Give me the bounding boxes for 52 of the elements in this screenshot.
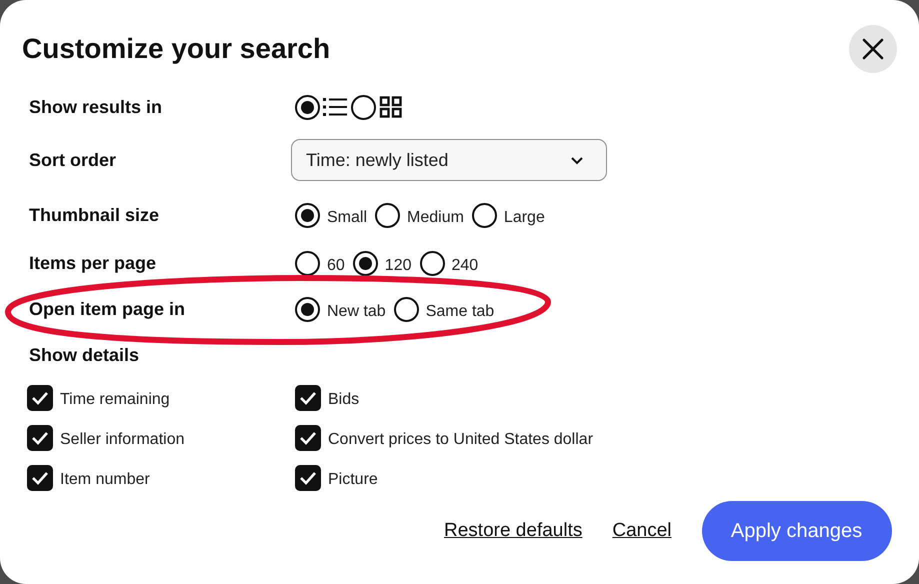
checkbox[interactable] <box>295 425 321 451</box>
checkbox[interactable] <box>295 385 321 411</box>
radio-button[interactable] <box>420 250 444 276</box>
checkbox-label[interactable]: Seller information <box>60 428 184 452</box>
radio-button[interactable] <box>375 202 400 228</box>
radio-button[interactable] <box>351 94 376 120</box>
close-button[interactable] <box>849 25 897 73</box>
radio-button[interactable] <box>295 296 320 322</box>
radio-button[interactable] <box>295 250 320 276</box>
setting-label: Open item page in <box>29 298 186 321</box>
setting-label: Show results in <box>29 96 164 118</box>
check-icon <box>31 431 49 445</box>
check-icon <box>299 391 317 405</box>
check-icon <box>299 471 317 485</box>
checkbox-label[interactable]: Time remaining <box>60 388 170 412</box>
setting-label: Items per page <box>29 252 158 275</box>
check-icon <box>299 431 317 445</box>
radio-button[interactable] <box>295 94 320 120</box>
option-label[interactable]: 120 <box>384 254 412 278</box>
option-label[interactable]: Same tab <box>426 300 494 324</box>
option-label[interactable]: Large <box>504 206 545 230</box>
text-link[interactable]: Cancel <box>612 516 672 546</box>
setting-label: Thumbnail size <box>29 204 160 226</box>
option-label[interactable]: New tab <box>327 300 386 324</box>
checkbox[interactable] <box>27 465 53 491</box>
checkbox-label[interactable]: Item number <box>60 468 150 492</box>
sort-dropdown[interactable]: Time: newly listed <box>291 139 607 181</box>
option-label[interactable]: Small <box>327 206 368 230</box>
radio-button[interactable] <box>394 296 419 322</box>
checkbox-label[interactable]: Picture <box>328 468 378 492</box>
option-label[interactable]: 240 <box>452 254 478 278</box>
checkbox-label[interactable]: Bids <box>328 388 360 412</box>
checkbox[interactable] <box>27 425 53 451</box>
radio-button[interactable] <box>295 202 320 228</box>
list-icon <box>323 96 347 118</box>
apply-button[interactable]: Apply changes <box>702 501 892 561</box>
radio-button[interactable] <box>472 202 497 228</box>
check-icon <box>31 471 49 485</box>
option-label[interactable]: 60 <box>327 254 345 278</box>
option-label[interactable]: Medium <box>407 206 464 230</box>
setting-label: Sort order <box>29 148 118 172</box>
checkbox[interactable] <box>295 465 321 491</box>
checkbox[interactable] <box>27 385 53 411</box>
check-icon <box>31 391 49 405</box>
radio-button[interactable] <box>352 250 378 276</box>
section-label: Show details <box>29 344 140 366</box>
checkbox-label[interactable]: Convert prices to United States dollar <box>328 428 594 452</box>
dialog-title: Customize your search <box>22 32 330 66</box>
chevron-down-icon <box>570 156 584 164</box>
text-link[interactable]: Restore defaults <box>444 516 582 546</box>
close-icon <box>862 38 884 60</box>
grid-icon <box>379 96 403 118</box>
